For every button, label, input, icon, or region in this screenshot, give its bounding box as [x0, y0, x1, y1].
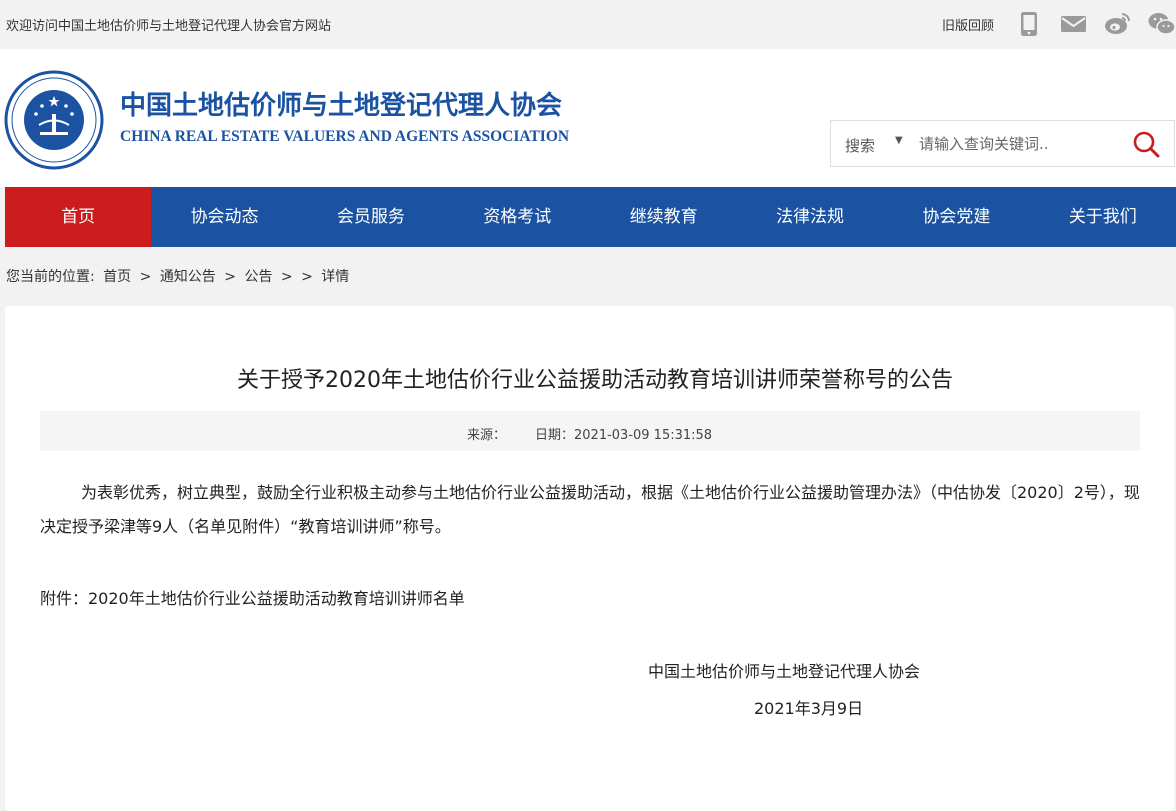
- article-date: 日期：2021-03-09 15:31:58: [535, 428, 713, 443]
- phone-icon[interactable]: [1020, 11, 1038, 37]
- search-input[interactable]: [919, 130, 1114, 158]
- mail-icon[interactable]: [1060, 11, 1087, 37]
- org-name-en: CHINA REAL ESTATE VALUERS AND AGENTS ASS…: [120, 128, 570, 145]
- breadcrumb-separator: >: [280, 269, 293, 285]
- breadcrumb: 您当前的位置: 首页 > 通知公告 > 公告 > > 详情: [6, 266, 353, 286]
- breadcrumb-separator: >: [139, 269, 152, 285]
- breadcrumb-separator: >: [301, 269, 313, 285]
- wechat-icon[interactable]: [1148, 11, 1176, 37]
- welcome-text: 欢迎访问中国土地估价师与土地登记代理人协会官方网站: [6, 19, 332, 34]
- breadcrumb-item-detail: 详情: [321, 269, 350, 285]
- breadcrumb-item-notices[interactable]: 通知公告: [160, 269, 216, 285]
- search-box: 搜索 ▼: [830, 120, 1175, 167]
- chevron-down-icon[interactable]: ▼: [895, 135, 903, 146]
- site-header: 中国土地估价师与土地登记代理人协会 CHINA REAL ESTATE VALU…: [0, 49, 1176, 187]
- article-body: 为表彰优秀，树立典型，鼓励全行业积极主动参与土地估价行业公益援助活动，根据《土地…: [40, 483, 1140, 536]
- breadcrumb-item-home[interactable]: 首页: [103, 269, 131, 285]
- article-panel: 关于授予2020年土地估价行业公益援助活动教育培训讲师荣誉称号的公告 来源： 日…: [5, 306, 1174, 811]
- article-meta: 来源： 日期：2021-03-09 15:31:58: [40, 411, 1140, 451]
- search-type-select[interactable]: 搜索: [845, 135, 875, 156]
- search-icon[interactable]: [1131, 129, 1161, 159]
- association-logo-icon[interactable]: [4, 70, 104, 170]
- breadcrumb-item-announcements[interactable]: 公告: [244, 269, 272, 285]
- nav-item-about[interactable]: 关于我们: [1030, 187, 1176, 247]
- main-nav: 首页 协会动态 会员服务 资格考试 继续教育 法律法规 协会党建 关于我们: [5, 187, 1176, 247]
- top-bar: 欢迎访问中国土地估价师与土地登记代理人协会官方网站 旧版回顾: [0, 0, 1176, 49]
- nav-item-news[interactable]: 协会动态: [151, 187, 297, 247]
- nav-item-party[interactable]: 协会党建: [883, 187, 1029, 247]
- article-title: 关于授予2020年土地估价行业公益援助活动教育培训讲师荣誉称号的公告: [237, 368, 953, 393]
- nav-item-laws[interactable]: 法律法规: [737, 187, 883, 247]
- breadcrumb-separator: >: [224, 269, 236, 285]
- old-version-link[interactable]: 旧版回顾: [942, 15, 994, 34]
- article-signature: 中国土地估价师与土地登记代理人协会: [648, 662, 921, 681]
- attachment-link[interactable]: 附件：2020年土地估价行业公益援助活动教育培训讲师名单: [40, 585, 465, 609]
- org-name-cn: 中国土地估价师与土地登记代理人协会: [120, 91, 563, 121]
- nav-item-exams[interactable]: 资格考试: [444, 187, 590, 247]
- article-sign-date: 2021年3月9日: [754, 699, 864, 718]
- nav-item-home[interactable]: 首页: [5, 187, 152, 247]
- nav-item-member-services[interactable]: 会员服务: [298, 187, 444, 247]
- breadcrumb-prefix: 您当前的位置:: [6, 269, 95, 285]
- nav-item-education[interactable]: 继续教育: [591, 187, 737, 247]
- weibo-icon[interactable]: [1104, 11, 1132, 37]
- article-source: 来源：: [467, 428, 507, 443]
